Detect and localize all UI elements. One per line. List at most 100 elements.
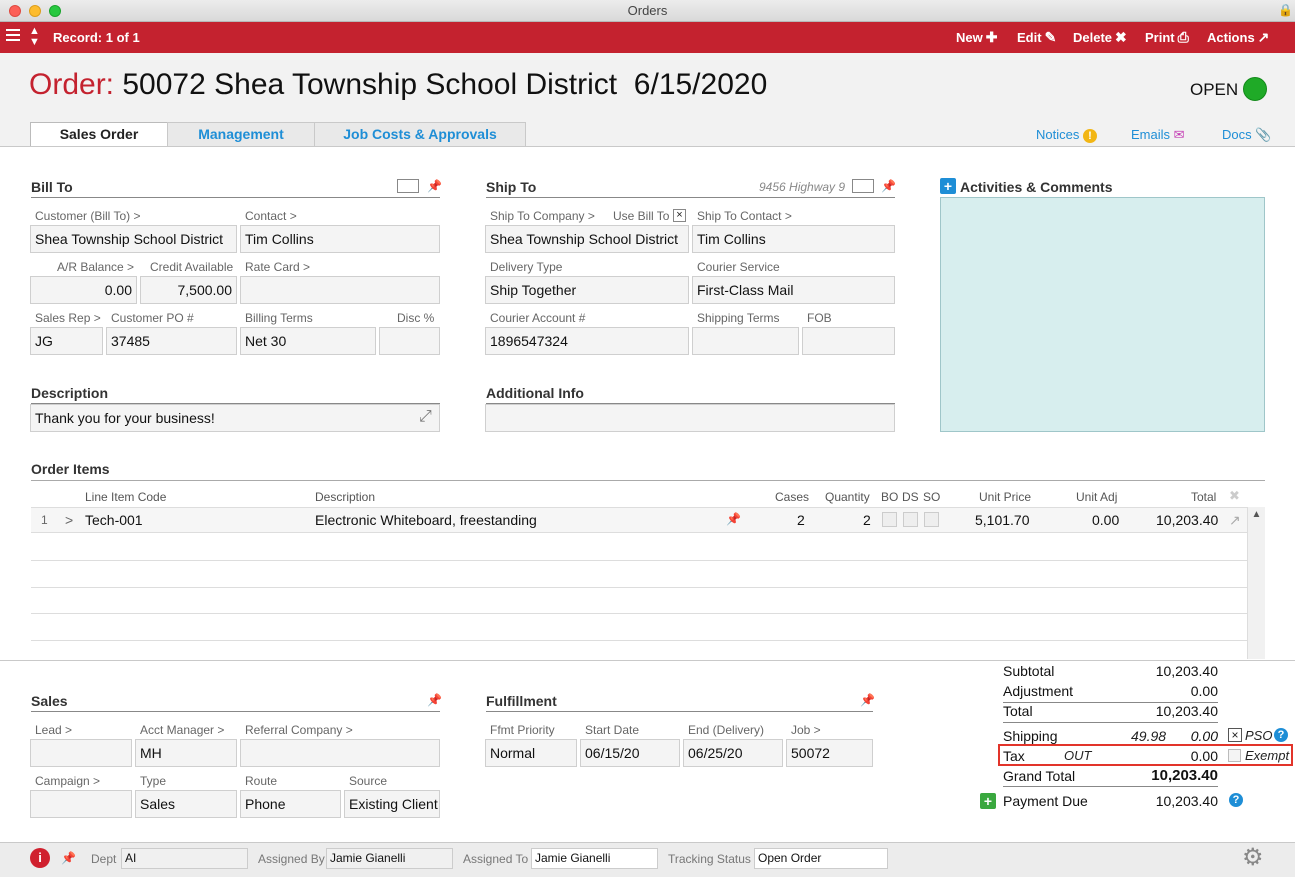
minimize-window-button[interactable]: [29, 5, 41, 17]
ffmt-priority-field[interactable]: Normal: [485, 739, 577, 767]
items-scrollbar[interactable]: ▲: [1247, 507, 1265, 659]
fob-field[interactable]: [802, 327, 895, 355]
ship-contact-label[interactable]: Ship To Contact >: [697, 209, 792, 223]
lead-field[interactable]: [30, 739, 132, 767]
pin-icon[interactable]: 📌: [427, 693, 442, 707]
type-field[interactable]: Sales: [135, 790, 237, 818]
so-checkbox[interactable]: [924, 512, 939, 527]
actions-button[interactable]: Actions ↗: [1207, 22, 1269, 53]
arrow-out-icon[interactable]: ↗: [1229, 512, 1241, 529]
courier-account-field[interactable]: 1896547324: [485, 327, 689, 355]
address-card-icon[interactable]: [852, 179, 874, 193]
help-icon[interactable]: ?: [1274, 728, 1288, 742]
campaign-field[interactable]: [30, 790, 132, 818]
line-item-code[interactable]: Tech-001: [85, 512, 143, 528]
ship-company-label[interactable]: Ship To Company >: [490, 209, 595, 223]
tab-job-costs[interactable]: Job Costs & Approvals: [314, 122, 526, 146]
add-payment-icon[interactable]: +: [980, 793, 996, 809]
delete-button[interactable]: Delete ✖: [1073, 22, 1127, 53]
ship-company-field[interactable]: Shea Township School District: [485, 225, 689, 253]
description-field[interactable]: Thank you for your business!: [30, 404, 440, 432]
col-unit-adj[interactable]: Unit Adj: [1076, 490, 1117, 504]
info-icon[interactable]: i: [30, 848, 50, 868]
shipping-value[interactable]: 0.00: [1191, 728, 1218, 744]
help-icon[interactable]: ?: [1229, 793, 1243, 807]
tax-code[interactable]: OUT: [1064, 748, 1091, 763]
customer-label[interactable]: Customer (Bill To) >: [35, 209, 140, 223]
col-bo[interactable]: BO: [881, 490, 898, 504]
col-so[interactable]: SO: [923, 490, 940, 504]
pin-icon[interactable]: 📌: [860, 693, 875, 707]
docs-link[interactable]: Docs 📎: [1222, 127, 1271, 143]
print-button[interactable]: Print ⎙: [1145, 22, 1189, 53]
col-ds[interactable]: DS: [902, 490, 919, 504]
chevron-right-icon[interactable]: >: [65, 512, 73, 528]
line-item-unit-price[interactable]: 5,101.70: [975, 512, 1030, 528]
delivery-type-field[interactable]: Ship Together: [485, 276, 689, 304]
pin-icon[interactable]: 📌: [881, 179, 896, 193]
notices-link[interactable]: Notices !: [1036, 127, 1097, 143]
address-card-icon[interactable]: [397, 179, 419, 193]
rate-card-field[interactable]: [240, 276, 440, 304]
col-quantity[interactable]: Quantity: [825, 490, 870, 504]
referral-company-label[interactable]: Referral Company >: [245, 723, 353, 737]
referral-company-field[interactable]: [240, 739, 440, 767]
emails-link[interactable]: Emails ✉: [1131, 127, 1185, 143]
customer-field[interactable]: Shea Township School District: [30, 225, 237, 253]
route-field[interactable]: Phone: [240, 790, 341, 818]
close-window-button[interactable]: [9, 5, 21, 17]
record-stepper-icon[interactable]: ▲ ▼: [29, 26, 40, 48]
activities-list[interactable]: [940, 197, 1265, 432]
menu-icon[interactable]: [6, 29, 20, 43]
col-line-item-code[interactable]: Line Item Code: [85, 490, 166, 504]
rate-card-label[interactable]: Rate Card >: [245, 260, 310, 274]
bo-checkbox[interactable]: [882, 512, 897, 527]
sales-rep-label[interactable]: Sales Rep >: [35, 311, 101, 325]
col-description[interactable]: Description: [315, 490, 375, 504]
assigned-to-field[interactable]: Jamie Gianelli: [531, 848, 658, 869]
tracking-status-field[interactable]: Open Order: [754, 848, 888, 869]
acct-manager-field[interactable]: MH: [135, 739, 237, 767]
zoom-window-button[interactable]: [49, 5, 61, 17]
col-total[interactable]: Total: [1191, 490, 1216, 504]
col-unit-price[interactable]: Unit Price: [979, 490, 1031, 504]
additional-info-field[interactable]: [485, 404, 895, 432]
edit-button[interactable]: Edit ✎: [1017, 22, 1056, 53]
ar-balance-label[interactable]: A/R Balance >: [57, 260, 134, 274]
end-delivery-field[interactable]: 06/25/20: [683, 739, 783, 767]
start-date-field[interactable]: 06/15/20: [580, 739, 680, 767]
pin-icon[interactable]: 📌: [726, 512, 741, 526]
ds-checkbox[interactable]: [903, 512, 918, 527]
adjustment-value[interactable]: 0.00: [1191, 683, 1218, 699]
new-button[interactable]: New ✚: [956, 22, 997, 53]
acct-manager-label[interactable]: Acct Manager >: [140, 723, 224, 737]
shipping-terms-field[interactable]: [692, 327, 799, 355]
job-label[interactable]: Job >: [791, 723, 821, 737]
campaign-label[interactable]: Campaign >: [35, 774, 100, 788]
use-bill-to-checkbox[interactable]: ×: [673, 209, 686, 222]
disc-field[interactable]: [379, 327, 440, 355]
sales-rep-field[interactable]: JG: [30, 327, 103, 355]
pso-checkbox[interactable]: ×: [1228, 728, 1242, 742]
source-field[interactable]: Existing Client: [344, 790, 440, 818]
tab-management[interactable]: Management: [167, 122, 315, 146]
pin-icon[interactable]: 📌: [61, 851, 76, 865]
dept-field[interactable]: AI: [121, 848, 248, 869]
table-row[interactable]: [31, 507, 1247, 533]
job-field[interactable]: 50072: [786, 739, 873, 767]
contact-label[interactable]: Contact >: [245, 209, 297, 223]
line-item-description[interactable]: Electronic Whiteboard, freestanding: [315, 512, 537, 528]
delete-row-icon[interactable]: ✖: [1229, 488, 1240, 504]
add-activity-icon[interactable]: +: [940, 178, 956, 194]
exempt-checkbox[interactable]: [1228, 749, 1241, 762]
lead-label[interactable]: Lead >: [35, 723, 72, 737]
tab-sales-order[interactable]: Sales Order: [30, 122, 168, 147]
pin-icon[interactable]: 📌: [427, 179, 442, 193]
contact-field[interactable]: Tim Collins: [240, 225, 440, 253]
customer-po-field[interactable]: 37485: [106, 327, 237, 355]
line-item-cases[interactable]: 2: [797, 512, 805, 528]
expand-icon[interactable]: ⤢: [419, 408, 432, 426]
billing-terms-field[interactable]: Net 30: [240, 327, 376, 355]
col-cases[interactable]: Cases: [775, 490, 809, 504]
courier-service-field[interactable]: First-Class Mail: [692, 276, 895, 304]
